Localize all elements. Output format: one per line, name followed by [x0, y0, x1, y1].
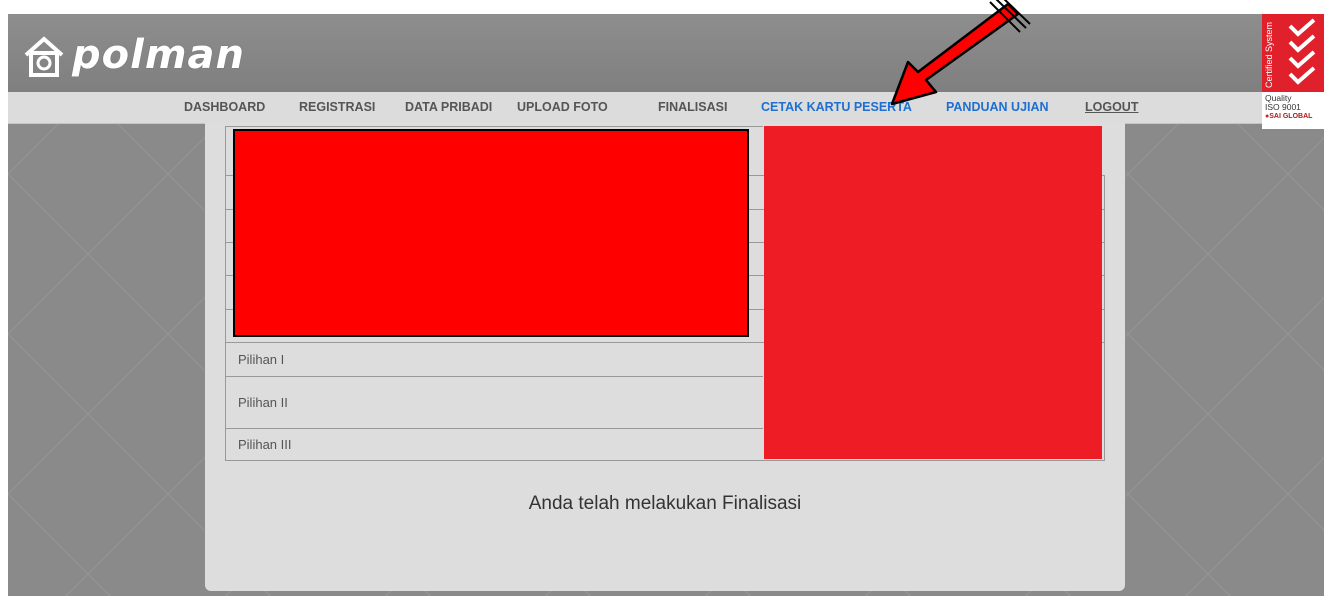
badge-red-panel: Certified System	[1262, 14, 1324, 92]
table-row-pilihan-3: Pilihan III	[225, 428, 763, 460]
home-circle-icon	[24, 36, 64, 77]
badge-sai-global: ●SAI GLOBAL	[1265, 113, 1313, 120]
table-row-pilihan-1: Pilihan I	[225, 342, 763, 376]
nav-panduan-ujian[interactable]: PANDUAN UJIAN	[946, 92, 1049, 123]
logo[interactable]: polman	[20, 30, 245, 80]
table-bottom-border	[225, 460, 1104, 461]
nav-finalisasi[interactable]: FINALISASI	[658, 92, 727, 123]
iso-certification-badge: Certified System Quality ISO 9001 ●SAI G…	[1262, 14, 1324, 129]
badge-text: Quality ISO 9001 ●SAI GLOBAL	[1265, 94, 1312, 121]
nav-registrasi[interactable]: REGISTRASI	[299, 92, 375, 123]
badge-iso: ISO 9001	[1265, 102, 1301, 112]
checkmark-pattern-icon	[1288, 18, 1316, 85]
pilihan-3-label: Pilihan III	[238, 437, 292, 452]
header: polman	[8, 14, 1324, 92]
table-row-pilihan-2: Pilihan II	[225, 376, 763, 428]
nav-dashboard[interactable]: DASHBOARD	[184, 92, 265, 123]
nav-upload-foto[interactable]: UPLOAD FOTO	[517, 92, 608, 123]
finalization-message: Anda telah melakukan Finalisasi	[528, 493, 802, 514]
logo-text: polman	[72, 32, 245, 78]
pilihan-2-label: Pilihan II	[238, 395, 288, 410]
navbar: DASHBOARD REGISTRASI DATA PRIBADI UPLOAD…	[8, 92, 1324, 124]
redacted-photo-block	[764, 126, 1102, 459]
redacted-data-block	[233, 129, 749, 337]
pilihan-1-label: Pilihan I	[238, 352, 285, 367]
nav-data-pribadi[interactable]: DATA PRIBADI	[405, 92, 492, 123]
nav-logout[interactable]: LOGOUT	[1085, 92, 1138, 123]
badge-certified-text: Certified System	[1264, 21, 1274, 88]
nav-cetak-kartu-peserta[interactable]: CETAK KARTU PESERTA	[761, 92, 912, 123]
content-panel: Pilihan I Pilihan II Pilihan III Anda te…	[205, 123, 1125, 591]
